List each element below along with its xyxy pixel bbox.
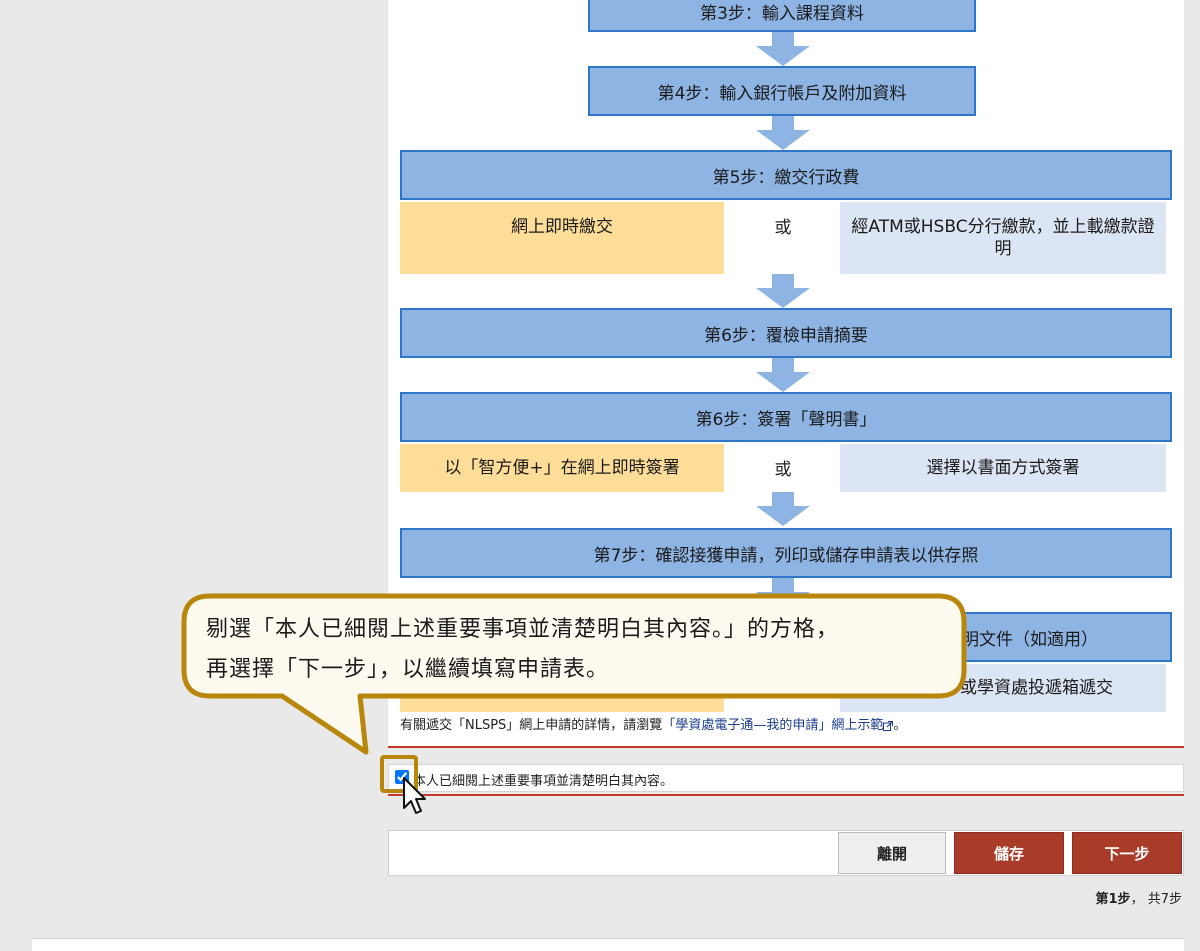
external-link-icon[interactable]: [883, 720, 894, 731]
down-arrow-icon: [756, 274, 810, 308]
down-arrow-icon: [756, 578, 810, 612]
flow-step-6-option-paper-label: 選擇以書面方式簽署: [926, 458, 1080, 478]
step-indicator: 第1步， 共7步: [1096, 888, 1182, 907]
flow-step-7-label: 第7步：確認接獲申請，列印或儲存申請表以供存照: [593, 545, 979, 566]
current-step: 第1步: [1095, 892, 1131, 907]
down-arrow-icon: [756, 492, 810, 526]
flow-step-5: 第5步：繳交行政費: [400, 150, 1172, 200]
divider-top: [388, 746, 1184, 748]
pager-separator: ，: [1130, 892, 1144, 907]
action-bar: [388, 830, 1184, 876]
save-button[interactable]: 儲存: [954, 832, 1064, 874]
footer-strip: [32, 938, 1184, 951]
flow-step-4-label: 第4步：輸入銀行帳戶及附加資料: [657, 83, 907, 104]
down-arrow-icon: [756, 116, 810, 150]
flow-step-6-option-iamsmart-label: 以「智方便+」在網上即時簽署: [444, 458, 680, 478]
total-steps: 共7步: [1147, 892, 1182, 907]
flow-or-label: 或: [774, 460, 792, 480]
flow-step-3: 第3步：輸入課程資料: [588, 0, 976, 32]
leave-button[interactable]: 離開: [838, 832, 946, 874]
application-note: 有關遞交「NLSPS」網上申請的詳情，請瀏覽「學資處電子通—我的申請」網上示範。: [400, 714, 906, 733]
flow-step-4: 第4步：輸入銀行帳戶及附加資料: [588, 66, 976, 116]
callout-line-1: 剔選「本人已細閱上述重要事項並清楚明白其內容。」的方格，: [206, 617, 840, 642]
flow-step-7: 第7步：確認接獲申請，列印或儲存申請表以供存照: [400, 528, 1172, 578]
confirm-label: 本人已細閱上述重要事項並清楚明白其內容。: [413, 774, 674, 789]
flow-step-6-sign: 第6步：簽署「聲明書」: [400, 392, 1172, 442]
flow-step-5-option-atm-label: 經ATM或HSBC分行繳款，並上載繳款證明: [851, 217, 1155, 259]
flow-step-3-label: 第3步：輸入課程資料: [700, 3, 864, 24]
flow-step-6-option-paper: 選擇以書面方式簽署: [840, 444, 1166, 492]
tutorial-callout-text: 剔選「本人已細閱上述重要事項並清楚明白其內容。」的方格， 再選擇「下一步」，以繼…: [206, 610, 966, 690]
note-prefix: 有關遞交「NLSPS」網上申請的詳情，請瀏覽: [400, 718, 663, 733]
confirm-row: 本人已細閱上述重要事項並清楚明白其內容。: [388, 764, 1184, 792]
mouse-cursor-icon: [403, 777, 426, 814]
flow-step-8-option-right-label: 或學資處投遞箱遞交: [960, 678, 1113, 698]
flow-step-6-option-iamsmart: 以「智方便+」在網上即時簽署: [400, 444, 724, 492]
flow-step-5-option-atm: 經ATM或HSBC分行繳款，並上載繳款證明: [840, 202, 1166, 274]
flow-step-5-option-online-label: 網上即時繳交: [511, 217, 613, 237]
flow-step-5-option-online: 網上即時繳交: [400, 202, 724, 274]
flow-or-label: 或: [774, 218, 792, 238]
next-step-button[interactable]: 下一步: [1072, 832, 1182, 874]
down-arrow-icon: [756, 32, 810, 66]
demo-link[interactable]: 「學資處電子通—我的申請」網上示範: [662, 718, 883, 733]
flow-step-6-sign-label: 第6步：簽署「聲明書」: [695, 409, 877, 430]
flow-step-8-label: 明文件（如適用）: [962, 629, 1098, 650]
callout-line-2: 再選擇「下一步」，以繼續填寫申請表。: [206, 657, 610, 682]
down-arrow-icon: [756, 358, 810, 392]
flow-step-6-review-label: 第6步：覆檢申請摘要: [704, 325, 868, 346]
divider-bottom: [388, 794, 1184, 796]
flow-step-5-label: 第5步：繳交行政費: [712, 167, 860, 188]
flow-step-6-review: 第6步：覆檢申請摘要: [400, 308, 1172, 358]
note-suffix: 。: [893, 718, 907, 733]
